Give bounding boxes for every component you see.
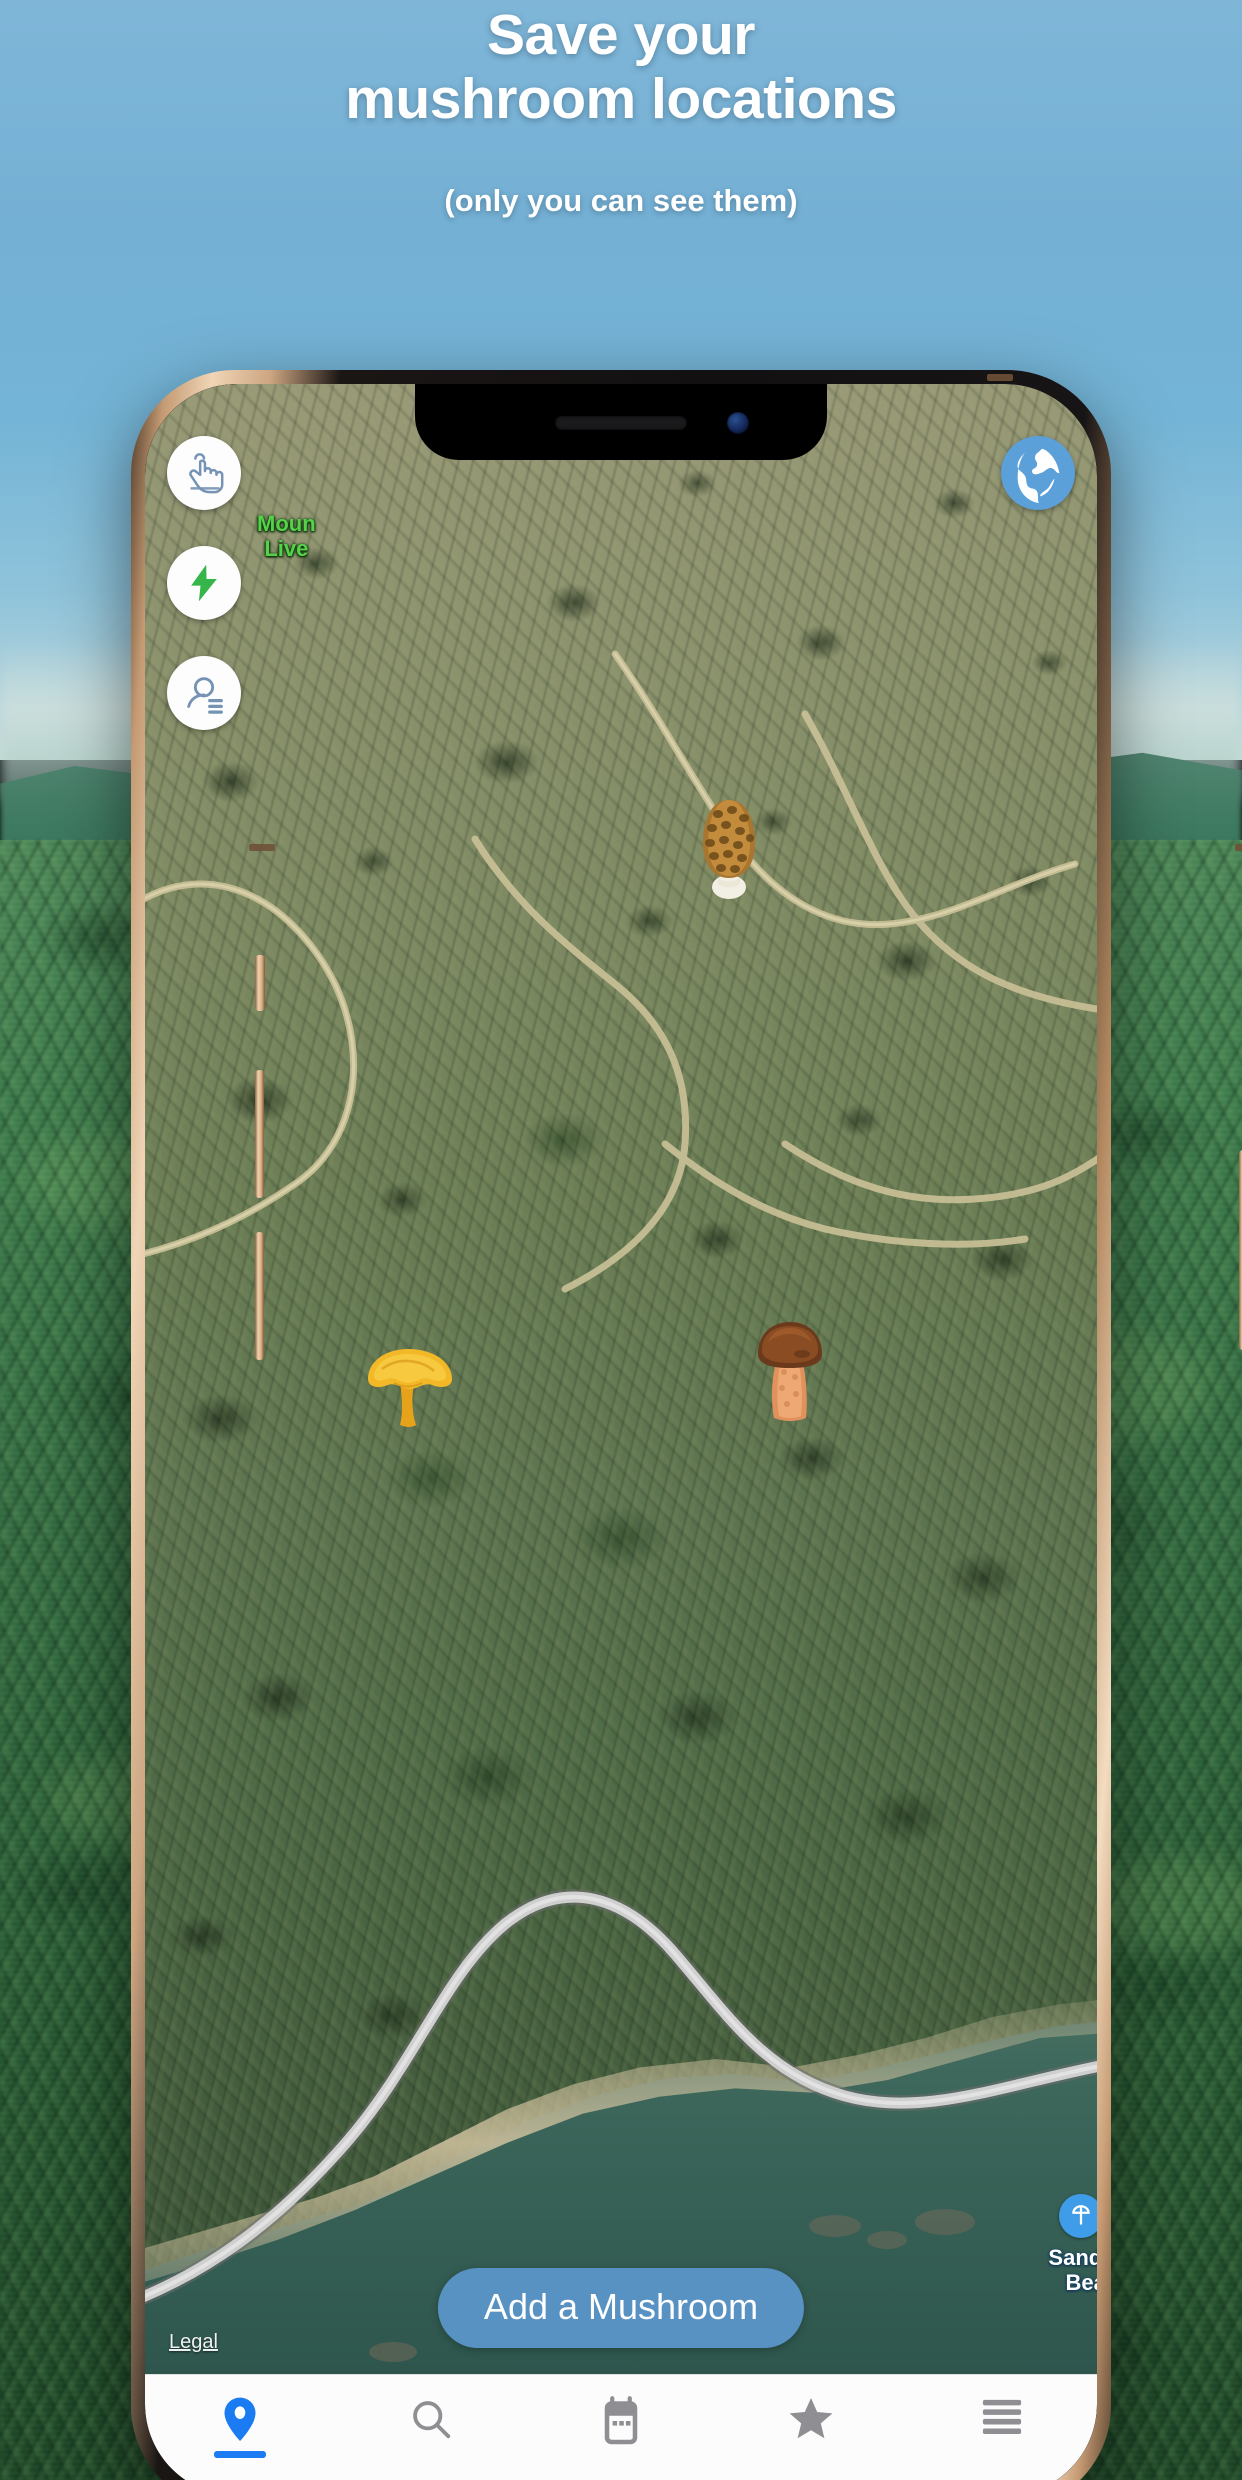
tab-menu[interactable] [937,2396,1067,2450]
globe-icon [1011,446,1065,504]
tap-gesture-button[interactable] [167,436,241,510]
earpiece-speaker [555,416,687,430]
beach-umbrella-icon [1072,2205,1090,2225]
lightning-bolt-icon [191,564,217,602]
location-pin-icon [224,2397,256,2441]
promo-headline: Save your mushroom locations [0,3,1242,132]
mute-switch[interactable] [255,955,265,1011]
map-type-button[interactable] [1001,436,1075,510]
porcini-marker[interactable] [750,1314,830,1429]
legal-link[interactable]: Legal [169,2331,218,2354]
phone-notch [415,384,827,460]
promo-headline-line1: Save your [487,3,755,67]
beach-poi-icon[interactable] [1059,2194,1097,2238]
tab-search-indicator [405,2447,457,2454]
phone-screen: Moun Live Sand S Bea [145,384,1097,2480]
tab-favorites[interactable] [746,2396,876,2454]
tap-hand-icon [189,453,224,494]
tab-calendar-indicator [595,2451,647,2458]
porcini-mushroom-icon [758,1322,822,1421]
person-list-icon [187,677,223,714]
volume-up-button[interactable] [255,1070,264,1198]
phone-bezel: Moun Live Sand S Bea [145,384,1097,2480]
search-icon [412,2401,450,2439]
morel-mushroom-icon [703,800,755,899]
chanterelle-marker[interactable] [360,1339,458,1432]
antenna-band-top [987,374,1013,381]
chanterelle-mushroom-icon [368,1349,452,1427]
tab-map-active-indicator [214,2451,267,2458]
volume-down-button[interactable] [255,1232,264,1360]
tab-calendar[interactable] [556,2396,686,2458]
promo-subheadline: (only you can see them) [444,183,798,218]
promo-headline-line2: mushroom locations [345,66,897,131]
antenna-band-left [249,844,275,851]
front-camera [727,412,749,434]
bottom-tab-bar [145,2374,1097,2480]
calendar-icon [604,2396,638,2445]
add-mushroom-button[interactable]: Add a Mushroom [437,2268,805,2348]
profile-button[interactable] [167,656,241,730]
morel-marker[interactable] [690,794,768,904]
tab-menu-indicator [976,2443,1028,2450]
phone-mockup: Moun Live Sand S Bea [131,370,1242,2480]
map-canvas[interactable]: Moun Live Sand S Bea [145,384,1097,2374]
tab-map[interactable] [175,2396,305,2458]
tab-favorites-indicator [785,2447,837,2454]
star-icon [789,2398,833,2439]
hamburger-icon [982,2399,1021,2434]
map-roads [145,650,1097,2362]
quick-add-button[interactable] [167,546,241,620]
antenna-band-right [1235,844,1242,851]
tab-search[interactable] [366,2396,496,2454]
